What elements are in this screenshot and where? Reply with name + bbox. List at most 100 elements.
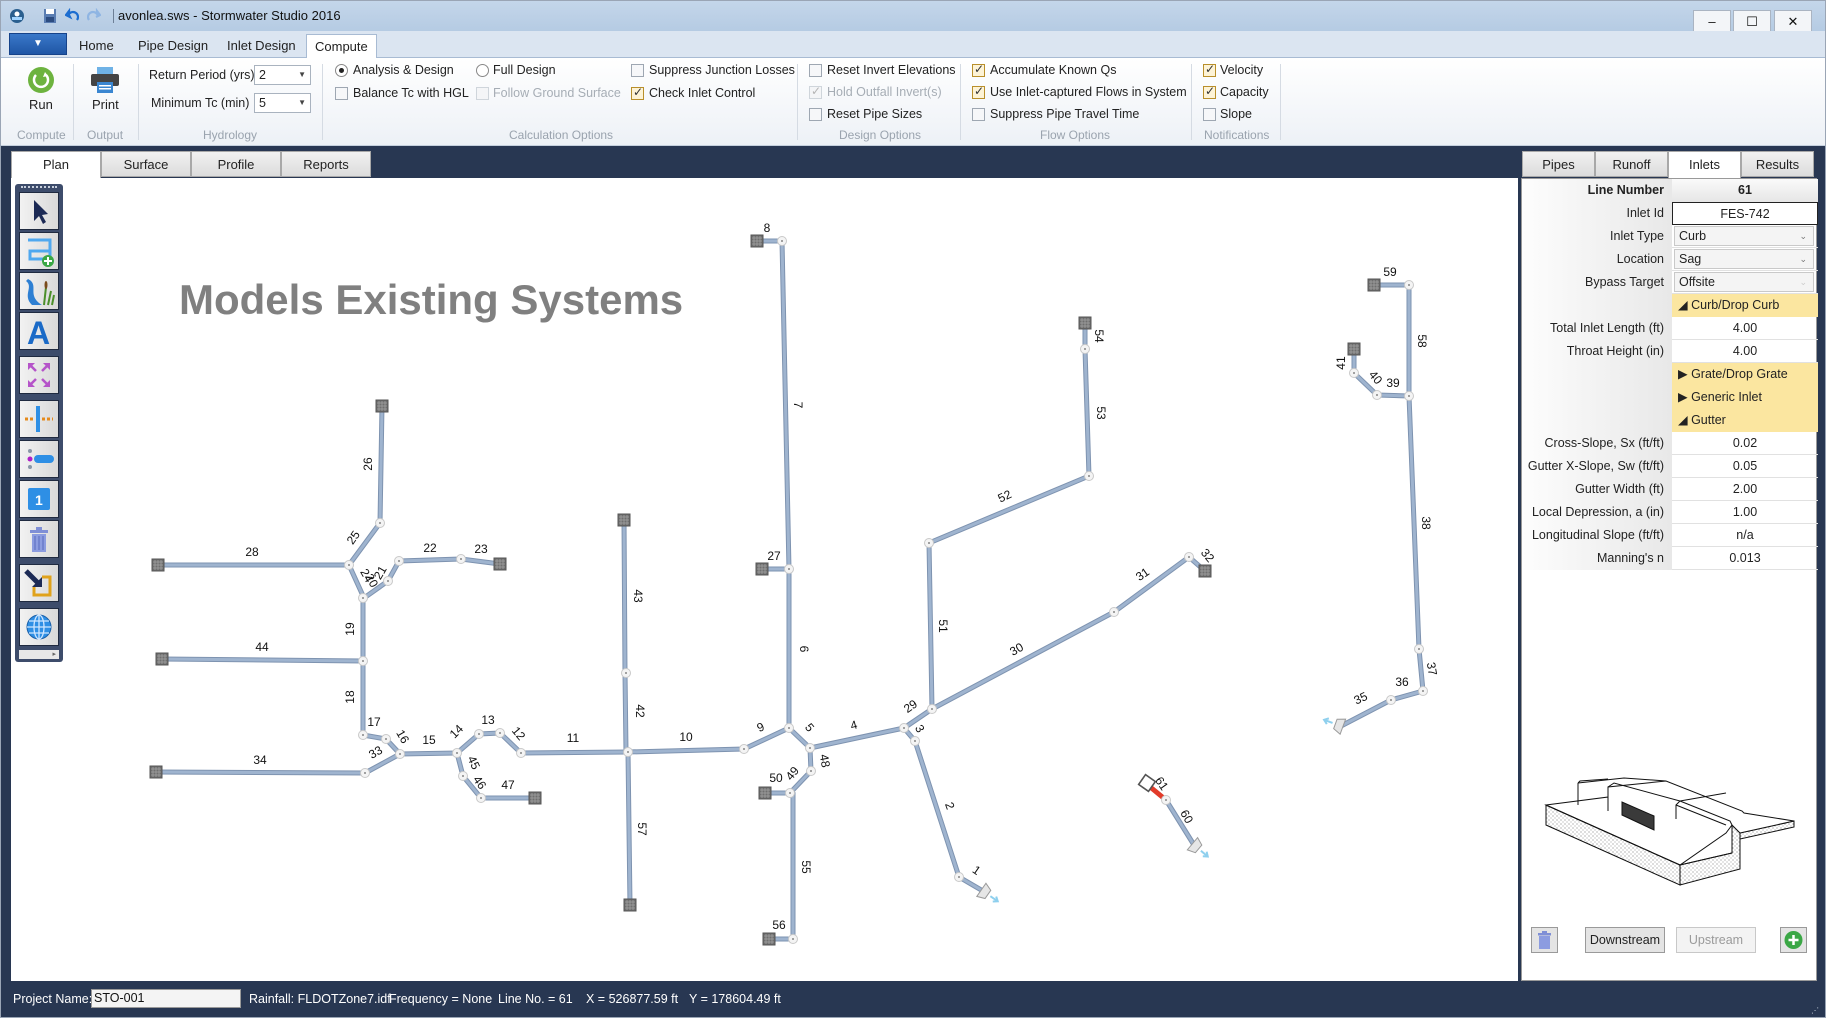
tab-reports[interactable]: Reports (281, 151, 371, 177)
delete-tool-button[interactable] (19, 520, 59, 558)
pipe-line[interactable] (930, 610, 1116, 711)
property-value[interactable]: Curb ⌄ (1674, 226, 1814, 246)
map-view-button[interactable] (19, 608, 59, 646)
pipe-line[interactable] (623, 671, 628, 754)
tab-results[interactable]: Results (1741, 151, 1814, 177)
property-value[interactable]: 4.00 (1672, 317, 1818, 340)
property-value[interactable]: 4.00 (1672, 340, 1818, 363)
min-tc-select[interactable]: 5 ▼ (254, 93, 311, 113)
add-pipe-button[interactable] (19, 232, 59, 270)
pipe-line[interactable] (398, 751, 459, 756)
property-value[interactable]: ◢ Gutter (1672, 409, 1818, 432)
slope-checkbox[interactable] (1203, 108, 1216, 121)
analysis-design-radio[interactable] (335, 64, 348, 77)
tab-home[interactable]: Home (71, 34, 122, 58)
inlet-node[interactable] (1078, 316, 1092, 330)
velocity-checkbox[interactable] (1203, 62, 1216, 77)
pipe-line[interactable] (378, 404, 384, 525)
return-period-select[interactable]: 2 ▼ (254, 65, 311, 85)
inlet-node[interactable] (149, 765, 163, 779)
inlet-node[interactable] (375, 399, 389, 413)
redo-icon[interactable] (87, 8, 101, 24)
inlet-node[interactable] (623, 898, 637, 912)
insert-node-button[interactable] (19, 400, 59, 438)
property-value[interactable]: 0.05 (1672, 455, 1818, 478)
property-value[interactable]: 0.02 (1672, 432, 1818, 455)
upstream-button[interactable]: Upstream (1676, 927, 1756, 953)
print-button[interactable]: Print (92, 97, 119, 112)
inlet-node[interactable] (762, 932, 776, 946)
inlet-node[interactable] (755, 562, 769, 576)
downstream-button[interactable]: Downstream (1585, 927, 1665, 953)
pipe-line[interactable] (1407, 394, 1421, 651)
pipe-line[interactable] (913, 739, 961, 879)
file-menu-button[interactable]: ▼ (9, 33, 67, 55)
import-button[interactable] (19, 564, 59, 602)
renumber-button[interactable]: 1 (19, 480, 59, 518)
run-icon[interactable] (27, 66, 55, 94)
inlet-node[interactable] (758, 786, 772, 800)
inlet-node[interactable] (493, 557, 507, 571)
tab-profile[interactable]: Profile (191, 151, 281, 177)
toolbar-grip[interactable] (21, 186, 57, 189)
property-value[interactable]: Offsite ⌄ (1674, 272, 1814, 292)
inlet-node[interactable] (1198, 564, 1212, 578)
inlet-node[interactable] (1347, 342, 1361, 356)
pipe-line[interactable] (1417, 647, 1425, 693)
add-line-button[interactable] (1780, 927, 1807, 953)
property-value[interactable]: FES-742 (1672, 202, 1818, 225)
pipe-line[interactable] (397, 557, 463, 563)
save-icon[interactable] (43, 8, 57, 24)
inlet-node[interactable] (151, 558, 165, 572)
suppress-junction-checkbox[interactable] (631, 64, 644, 77)
balance-tc-checkbox[interactable] (335, 87, 348, 100)
use-inlet-flows-checkbox[interactable] (972, 84, 985, 99)
zoom-extents-button[interactable] (19, 356, 59, 394)
select-tool-button[interactable] (19, 192, 59, 230)
property-value[interactable]: 2.00 (1672, 478, 1818, 501)
property-value[interactable]: ◢ Curb/Drop Curb (1672, 294, 1818, 317)
reset-pipe-sizes-checkbox[interactable] (809, 108, 822, 121)
toolbar-expand-handle[interactable]: ▸ (19, 650, 59, 659)
resize-grip[interactable]: ⋰ (1811, 1006, 1819, 1015)
pipe-line[interactable] (626, 750, 632, 907)
undo-icon[interactable] (65, 8, 79, 24)
accumulate-qs-checkbox[interactable] (972, 62, 985, 77)
pipe-line[interactable] (622, 518, 627, 675)
capacity-checkbox[interactable] (1203, 84, 1216, 99)
pipe-line[interactable] (1339, 698, 1393, 728)
pipe-line[interactable] (742, 726, 791, 751)
tab-runoff[interactable]: Runoff (1595, 151, 1668, 177)
property-value[interactable]: n/a (1672, 524, 1818, 547)
add-text-button[interactable]: A (19, 312, 59, 351)
inlet-node[interactable] (528, 791, 542, 805)
project-name-input[interactable]: STO-001 (91, 989, 241, 1008)
split-line-button[interactable] (19, 440, 59, 478)
property-value[interactable]: Sag ⌄ (1674, 249, 1814, 269)
inlet-node[interactable] (1367, 278, 1381, 292)
print-icon[interactable] (90, 66, 120, 94)
property-value[interactable]: ▶ Generic Inlet (1672, 386, 1818, 409)
add-channel-button[interactable] (19, 272, 59, 310)
tab-pipe-design[interactable]: Pipe Design (130, 34, 216, 58)
tab-plan[interactable]: Plan (11, 151, 101, 178)
property-value[interactable]: ▶ Grate/Drop Grate (1672, 363, 1818, 386)
property-value[interactable]: 0.013 (1672, 547, 1818, 570)
pipe-line[interactable] (1083, 347, 1091, 478)
tab-surface[interactable]: Surface (101, 151, 191, 177)
tab-inlet-design[interactable]: Inlet Design (219, 34, 304, 58)
canvas-annotation-text[interactable]: Models Existing Systems (179, 276, 683, 324)
outfall-node[interactable] (1321, 712, 1347, 736)
inlet-node[interactable] (750, 234, 764, 248)
pipe-line[interactable] (927, 474, 1091, 545)
pipe-line[interactable] (160, 657, 365, 663)
hold-outfall-checkbox[interactable] (809, 84, 822, 99)
app-logo-icon[interactable] (9, 8, 25, 24)
inlet-node[interactable] (617, 513, 631, 527)
reset-invert-checkbox[interactable] (809, 64, 822, 77)
pipe-line[interactable] (519, 750, 630, 755)
full-design-radio[interactable] (476, 64, 489, 77)
inlet-node[interactable] (155, 652, 169, 666)
suppress-travel-checkbox[interactable] (972, 108, 985, 121)
pipe-line[interactable] (1112, 555, 1191, 614)
